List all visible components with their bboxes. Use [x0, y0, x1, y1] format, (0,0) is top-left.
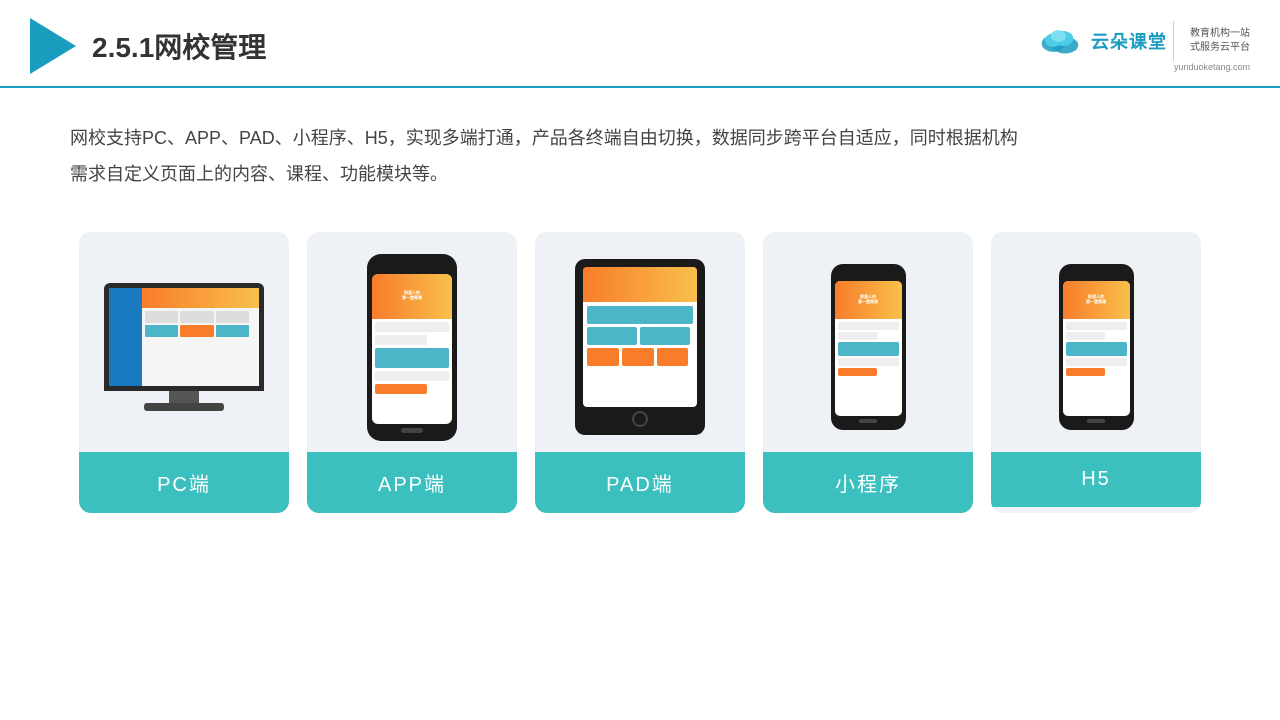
- pad-device-mock: [575, 259, 705, 435]
- card-h5: 职涯人的第一堂网课 H5: [991, 232, 1201, 513]
- card-pad-label: PAD端: [535, 452, 745, 513]
- card-app-image: 职涯人的第一堂网课: [307, 232, 517, 452]
- card-pc-label: PC端: [79, 452, 289, 513]
- pad-screen: [583, 267, 697, 407]
- pc-device-mock: [99, 283, 269, 411]
- phone-screen-content: [372, 319, 452, 400]
- phone-screen-header: 职涯人的第一堂网课: [372, 274, 452, 319]
- monitor-block: [180, 311, 213, 323]
- phone-h5-screen: 职涯人的第一堂网课: [1063, 281, 1130, 416]
- pad-screen-header: [583, 267, 697, 302]
- brand-tagline: 教育机构一站式服务云平台: [1190, 27, 1250, 55]
- page-header: 2.5.1网校管理 云朵课堂 教育机构一站式服务云平台 yunduoketang…: [0, 0, 1280, 88]
- phone-h5-device-mock: 职涯人的第一堂网课: [1059, 264, 1134, 430]
- brand-logo: 云朵课堂 教育机构一站式服务云平台 yunduoketang.com: [1035, 21, 1250, 72]
- phone-h5-content: [1063, 319, 1130, 381]
- logo-triangle-icon: [30, 18, 76, 74]
- monitor-content-header: [142, 288, 259, 308]
- phone-row: [375, 348, 449, 368]
- phone-mini-screen-text: 职涯人的第一堂网课: [856, 293, 880, 307]
- phone-row: [375, 322, 449, 332]
- cloud-icon: [1035, 25, 1085, 57]
- card-pc: PC端: [79, 232, 289, 513]
- phone-notch: [398, 262, 426, 270]
- phone-row: [375, 384, 427, 394]
- phone-mini-notch: [857, 271, 879, 278]
- description-line2: 需求自定义页面上的内容、课程、功能模块等。: [70, 164, 448, 184]
- card-app-label: APP端: [307, 452, 517, 513]
- phone-h5-row: [1066, 342, 1127, 356]
- monitor-content-body: [142, 308, 259, 340]
- card-app: 职涯人的第一堂网课 APP端: [307, 232, 517, 513]
- phone-mini-header: 职涯人的第一堂网课: [835, 281, 902, 319]
- pad-block: [587, 306, 693, 324]
- header-left: 2.5.1网校管理: [30, 18, 266, 74]
- monitor-block: [216, 311, 249, 323]
- phone-screen: 职涯人的第一堂网课: [372, 274, 452, 424]
- monitor-sidebar: [109, 288, 142, 386]
- pad-screen-body: [583, 302, 697, 370]
- phone-mini-content: [835, 319, 902, 381]
- pad-block: [622, 348, 654, 366]
- phone-mini-screen: 职涯人的第一堂网课: [835, 281, 902, 416]
- phone-h5-screen-text: 职涯人的第一堂网课: [1084, 293, 1108, 307]
- brand-url: yunduoketang.com: [1174, 62, 1250, 72]
- monitor-block: [180, 325, 213, 337]
- pad-block: [640, 327, 690, 345]
- phone-h5-home-btn: [1087, 419, 1105, 423]
- monitor-content: [142, 288, 259, 386]
- phone-screen-text: 职涯人的第一堂网课: [400, 289, 424, 303]
- page-title: 2.5.1网校管理: [92, 26, 266, 66]
- pad-home-btn: [632, 411, 648, 427]
- description-line1: 网校支持PC、APP、PAD、小程序、H5，实现多端打通，产品各终端自由切换，数…: [70, 128, 1018, 148]
- phone-h5-row: [1066, 358, 1127, 366]
- card-mini-label: 小程序: [763, 452, 973, 513]
- phone-mini-row: [838, 342, 899, 356]
- phone-h5-row: [1066, 332, 1106, 340]
- phone-mini-home-btn: [859, 419, 877, 423]
- pad-block: [587, 348, 619, 366]
- phone-mini-row: [838, 332, 878, 340]
- card-pad: PAD端: [535, 232, 745, 513]
- phone-h5-row: [1066, 322, 1127, 330]
- phone-row: [375, 371, 449, 381]
- phone-mini-row: [838, 322, 899, 330]
- phone-device-mock: 职涯人的第一堂网课: [367, 254, 457, 441]
- phone-mini-row: [838, 358, 899, 366]
- phone-mini-device-mock: 职涯人的第一堂网课: [831, 264, 906, 430]
- phone-home-btn: [401, 428, 423, 433]
- monitor-block: [145, 325, 178, 337]
- phone-h5-header: 职涯人的第一堂网课: [1063, 281, 1130, 319]
- monitor-base: [144, 403, 224, 411]
- card-pc-image: [79, 232, 289, 452]
- monitor-frame: [104, 283, 264, 391]
- pad-block: [657, 348, 689, 366]
- brand-name-row: 云朵课堂 教育机构一站式服务云平台: [1035, 21, 1250, 61]
- monitor-block: [216, 325, 249, 337]
- card-h5-image: 职涯人的第一堂网课: [991, 232, 1201, 452]
- cards-container: PC端 职涯人的第一堂网课: [0, 202, 1280, 543]
- phone-row: [375, 335, 427, 345]
- phone-h5-notch: [1085, 271, 1107, 278]
- card-pad-image: [535, 232, 745, 452]
- brand-name-cn: 云朵课堂: [1091, 28, 1167, 54]
- card-mini-image: 职涯人的第一堂网课: [763, 232, 973, 452]
- pad-block: [587, 327, 637, 345]
- phone-mini-row: [838, 368, 878, 376]
- monitor-screen: [109, 288, 259, 386]
- card-h5-label: H5: [991, 452, 1201, 507]
- monitor-neck: [169, 391, 199, 403]
- card-mini: 职涯人的第一堂网课 小程序: [763, 232, 973, 513]
- monitor-block: [145, 311, 178, 323]
- description-text: 网校支持PC、APP、PAD、小程序、H5，实现多端打通，产品各终端自由切换，数…: [0, 88, 1280, 202]
- phone-h5-row: [1066, 368, 1106, 376]
- brand-divider: [1173, 21, 1174, 61]
